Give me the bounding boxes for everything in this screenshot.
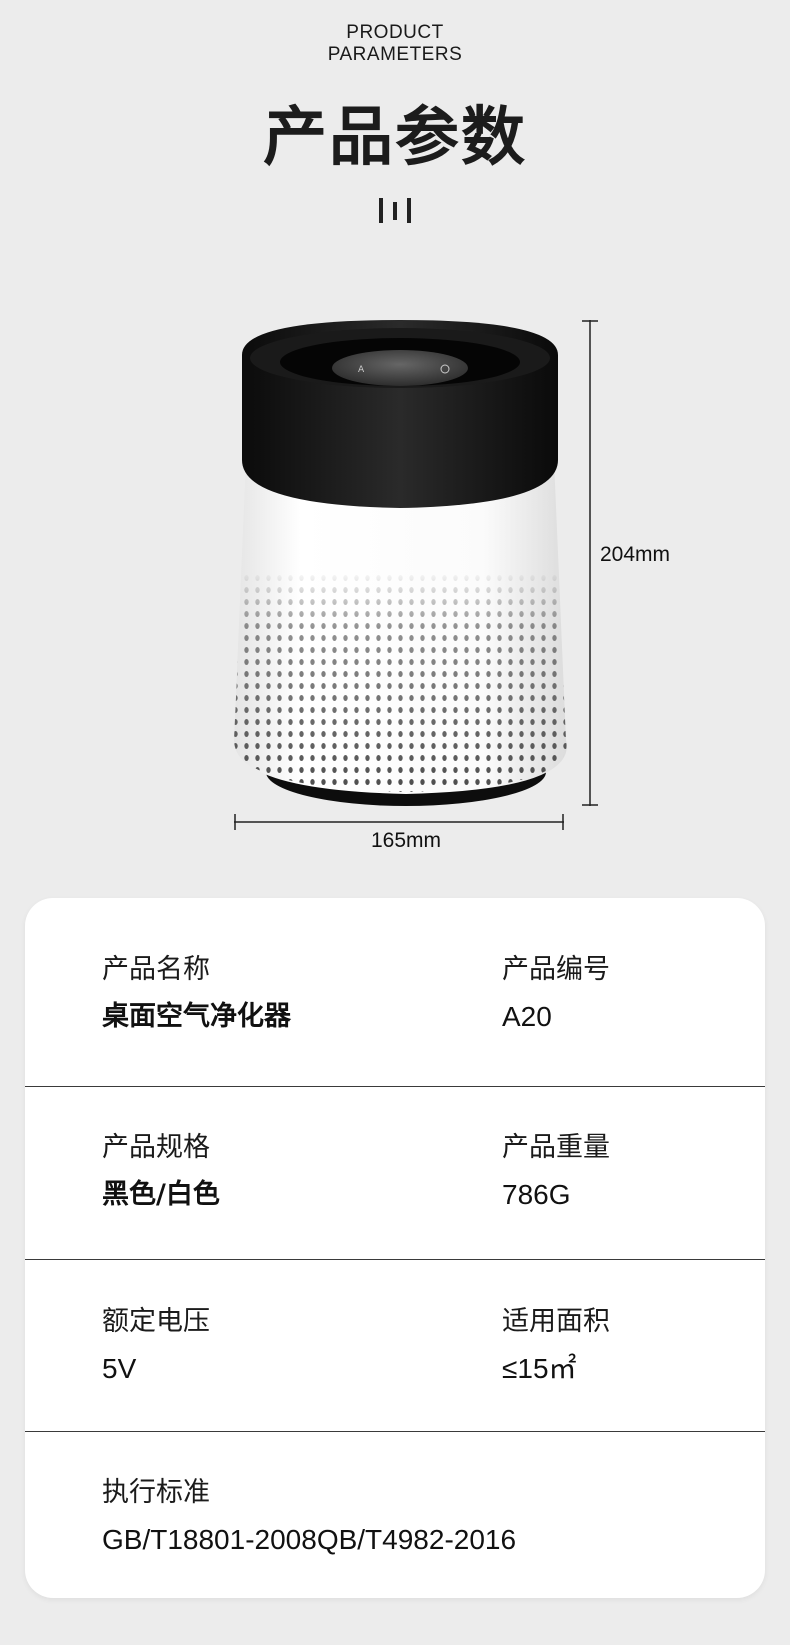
svg-text:A: A (358, 365, 365, 375)
spec-label: 适用面积 (502, 1306, 610, 1337)
spec-value: GB/T18801-2008QB/T4982-2016 (102, 1524, 517, 1555)
spec-label: 产品规格 (102, 1132, 210, 1163)
spec-value: ≤15㎡ (502, 1353, 577, 1384)
air-purifier-image: A (234, 320, 567, 806)
spec-card: 产品名称 桌面空气净化器 产品编号 A20 产品规格 黑色/白色 产品重量 78… (25, 898, 765, 1598)
height-dimension-line (582, 320, 598, 806)
spec-row: 产品名称 桌面空气净化器 产品编号 A20 (25, 898, 765, 1087)
en-title: PRODUCT PARAMETERS (327, 22, 463, 65)
spec-cell: 执行标准 GB/T18801-2008QB/T4982-2016 (102, 1476, 516, 1557)
width-dimension-label: 165mm (371, 829, 442, 852)
spec-cell: 产品名称 桌面空气净化器 (102, 953, 291, 1034)
spec-value: 桌面空气净化器 (102, 1001, 291, 1032)
spec-row: 执行标准 GB/T18801-2008QB/T4982-2016 (25, 1432, 765, 1598)
page-title: 产品参数 (263, 101, 527, 175)
spec-label: 产品编号 (502, 954, 610, 985)
spec-cell: 额定电压 5V (102, 1305, 210, 1386)
spec-label: 产品重量 (502, 1132, 610, 1163)
spec-row: 产品规格 黑色/白色 产品重量 786G (25, 1087, 765, 1260)
height-dimension-label: 204mm (600, 543, 671, 566)
spec-value: 5V (102, 1353, 137, 1384)
spec-label: 额定电压 (102, 1306, 210, 1337)
spec-label: 执行标准 (102, 1477, 210, 1508)
spec-cell: 产品规格 黑色/白色 (102, 1131, 220, 1212)
spec-cell: 产品编号 A20 (502, 953, 610, 1034)
spec-cell: 产品重量 786G (502, 1131, 610, 1212)
spec-value: A20 (502, 1001, 552, 1032)
spec-value: 786G (502, 1179, 571, 1210)
spec-cell: 适用面积 ≤15㎡ (502, 1305, 610, 1386)
spec-value: 黑色/白色 (102, 1179, 220, 1210)
product-image-area: A 204mm 165mm (0, 300, 790, 860)
spec-row: 额定电压 5V 适用面积 ≤15㎡ (25, 1260, 765, 1432)
spec-label: 产品名称 (102, 954, 210, 985)
